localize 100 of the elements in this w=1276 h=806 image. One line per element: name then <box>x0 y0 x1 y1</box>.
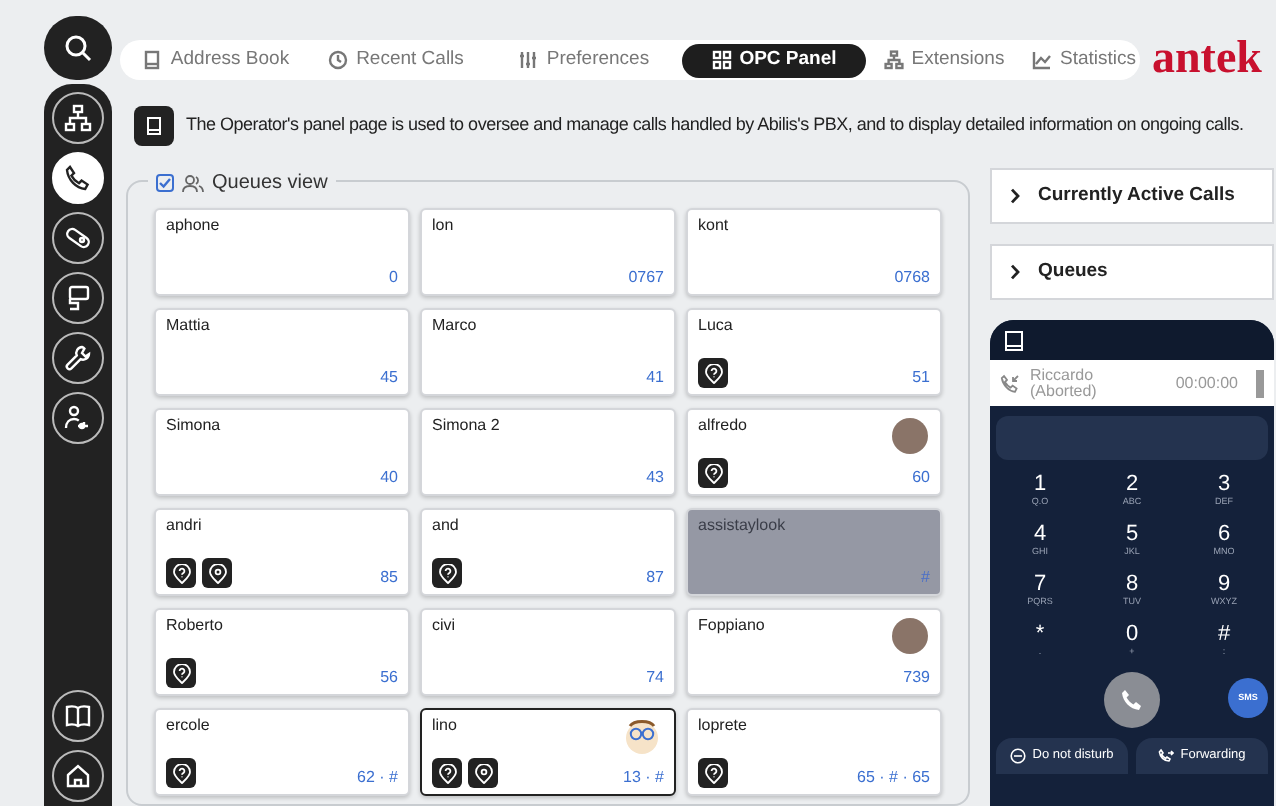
location-pin-icon[interactable] <box>468 758 498 788</box>
extension-number: 65 · # · 65 <box>857 768 930 788</box>
queue-card[interactable]: lon 0767 <box>420 208 676 296</box>
avatar-photo-placeholder <box>892 418 928 454</box>
avatar-photo-placeholder <box>892 618 928 654</box>
question-pin-icon[interactable] <box>432 758 462 788</box>
card-name: Roberto <box>166 616 225 636</box>
card-name: and <box>432 516 461 536</box>
card-name: loprete <box>698 716 749 736</box>
queue-card[interactable]: ercole 62 · # <box>154 708 410 796</box>
queue-card[interactable]: Roberto 56 <box>154 608 410 696</box>
question-pin-icon[interactable] <box>166 758 196 788</box>
extension-number: # <box>921 568 930 588</box>
sidebar-home-button[interactable] <box>52 750 104 802</box>
missed-call-icon <box>1000 373 1020 393</box>
wrench-icon <box>64 344 92 372</box>
caller-name: Riccardo <box>1030 367 1096 383</box>
info-text: The Operator's panel page is used to oversee and manage calls handled by Abilis's PBX, and to display detailed information on ongoing calls. <box>186 112 1244 139</box>
queue-card[interactable]: civi 74 <box>420 608 676 696</box>
question-pin-icon[interactable] <box>698 458 728 488</box>
queue-card[interactable]: Simona 40 <box>154 408 410 496</box>
card-name: civi <box>432 616 458 636</box>
sidebar-pill-button[interactable] <box>52 212 104 264</box>
extension-number: 41 <box>646 368 664 388</box>
avatar-icon <box>622 716 662 756</box>
checkbox[interactable] <box>156 174 174 192</box>
card-name: Simona 2 <box>432 416 502 436</box>
extension-number: 13 · # <box>623 768 664 788</box>
section-title: Queues view <box>212 170 328 198</box>
extension-number: 85 <box>380 568 398 588</box>
question-pin-icon[interactable] <box>432 558 462 588</box>
tab[interactable]: Extensions <box>866 43 1022 77</box>
call-duration: 00:00:00 <box>1175 371 1238 395</box>
users-icon <box>182 173 204 193</box>
book-icon <box>1004 329 1024 351</box>
extension-number: 739 <box>903 668 930 688</box>
queue-card[interactable]: Luca 51 <box>686 308 942 396</box>
queue-card[interactable]: kont 0768 <box>686 208 942 296</box>
question-pin-icon[interactable] <box>698 358 728 388</box>
question-pin-icon[interactable] <box>166 558 196 588</box>
collapsible-panel-header[interactable]: Currently Active Calls <box>990 168 1274 224</box>
call-button[interactable] <box>1104 672 1160 728</box>
location-pin-icon[interactable] <box>202 558 232 588</box>
extension-number: 0767 <box>628 268 664 288</box>
grid-icon <box>711 50 732 70</box>
sliders-icon <box>518 50 539 70</box>
scrollbar <box>1256 369 1264 397</box>
queue-card[interactable]: alfredo 60 <box>686 408 942 496</box>
search-button[interactable] <box>44 16 112 80</box>
extension-number: 62 · # <box>357 768 398 788</box>
tab[interactable]: Recent Calls <box>306 43 486 77</box>
card-name: kont <box>698 216 731 236</box>
question-pin-icon[interactable] <box>166 658 196 688</box>
card-name: lon <box>432 216 456 236</box>
book-icon <box>134 106 174 146</box>
call-forward-icon <box>1158 748 1175 764</box>
sidebar-phone-button[interactable] <box>52 152 104 204</box>
chart-icon <box>1031 50 1052 70</box>
search-icon <box>64 34 92 62</box>
queue-card[interactable]: Simona 2 43 <box>420 408 676 496</box>
clock-icon <box>328 50 349 70</box>
queue-card[interactable]: loprete 65 · # · 65 <box>686 708 942 796</box>
card-name: aphone <box>166 216 222 236</box>
extension-number: 0 <box>389 268 398 288</box>
extension-number: 60 <box>912 468 930 488</box>
extension-number: 87 <box>646 568 664 588</box>
queue-card[interactable]: lino 13 · # <box>420 708 676 796</box>
sidebar-open-book-button[interactable] <box>52 690 104 742</box>
sidebar-desk-phone-button[interactable] <box>52 272 104 324</box>
sidebar-user-key-button[interactable] <box>52 392 104 444</box>
extension-number: 74 <box>646 668 664 688</box>
network-icon <box>64 104 92 132</box>
question-pin-icon[interactable] <box>698 758 728 788</box>
tab[interactable]: OPC Panel <box>682 43 866 77</box>
queue-card[interactable]: assistaylook # <box>686 508 942 596</box>
card-name: ercole <box>166 716 212 736</box>
card-name: andri <box>166 516 204 536</box>
tab[interactable]: Preferences <box>486 43 682 77</box>
call-status: (Aborted) <box>1030 383 1097 399</box>
queue-card[interactable]: Marco 41 <box>420 308 676 396</box>
open-book-icon <box>64 702 92 730</box>
desk-phone-icon <box>64 284 92 312</box>
logo: antek <box>1152 34 1262 80</box>
collapsible-panel-header[interactable]: Queues <box>990 244 1274 300</box>
queue-card[interactable]: Mattia 45 <box>154 308 410 396</box>
tab[interactable]: Statistics <box>1022 43 1146 77</box>
extension-number: 40 <box>380 468 398 488</box>
sidebar-wrench-button[interactable] <box>52 332 104 384</box>
network-icon <box>883 50 904 70</box>
queue-card[interactable]: aphone 0 <box>154 208 410 296</box>
card-name: Mattia <box>166 316 212 336</box>
queue-card[interactable]: andri 85 <box>154 508 410 596</box>
card-name: Foppiano <box>698 616 767 636</box>
queue-card[interactable]: Foppiano 739 <box>686 608 942 696</box>
extension-number: 51 <box>912 368 930 388</box>
tab[interactable]: Address Book <box>126 43 306 77</box>
queue-card[interactable]: and 87 <box>420 508 676 596</box>
sidebar-network-button[interactable] <box>52 92 104 144</box>
card-name: Luca <box>698 316 735 336</box>
extension-number: 56 <box>380 668 398 688</box>
